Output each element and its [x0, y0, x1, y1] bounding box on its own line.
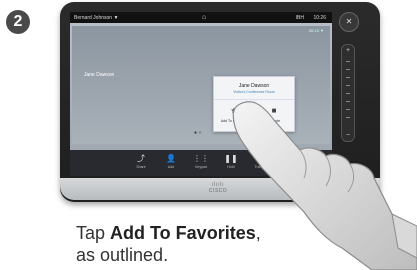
popup-subtitle: Visitor's Conference Room — [233, 90, 275, 94]
add-person-icon: 👤 — [166, 154, 176, 163]
status-bar: Bernard Johnson ▼ ⌂ IBH 10:26 — [70, 12, 332, 23]
mute-icon[interactable]: ✕ — [339, 12, 359, 32]
user-menu[interactable]: Bernard Johnson ▼ — [74, 15, 118, 21]
add-participant-button[interactable]: 👤 Add — [160, 153, 182, 169]
share-button[interactable]: ⤴ Share — [130, 153, 152, 169]
popup-name: Jane Dawson — [238, 83, 270, 89]
network-indicator: IBH — [295, 15, 304, 21]
share-icon: ⤴ — [137, 154, 145, 163]
call-duration: 00:10 ▼ — [308, 28, 324, 33]
caption-bold-target: Add To Favorites — [110, 223, 256, 243]
clock: 10:26 — [313, 15, 326, 21]
instruction-caption: Tap Add To Favorites, as outlined. — [76, 223, 261, 265]
page-indicator: ● ○ — [194, 130, 202, 136]
keypad-button[interactable]: ⋮⋮ Keypad — [190, 153, 212, 169]
home-icon[interactable]: ⌂ — [202, 14, 206, 21]
remote-participant-name: Jane Dawson — [84, 72, 115, 78]
volume-up-icon[interactable]: + — [342, 47, 354, 54]
keypad-icon: ⋮⋮ — [193, 154, 209, 163]
step-number-badge: 2 — [6, 10, 30, 34]
